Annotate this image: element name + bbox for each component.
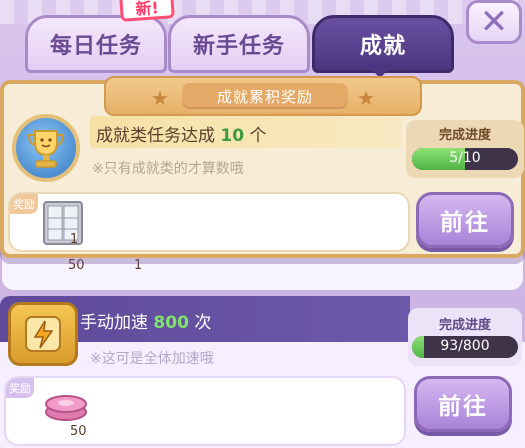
progress-text: 5/10 <box>449 150 481 166</box>
task-title-prefix: 手动加速 <box>80 313 148 333</box>
task-target-count: 800 <box>153 313 189 333</box>
task-title-suffix: 个 <box>249 126 267 146</box>
reward-box: 奖励 50 <box>4 376 406 446</box>
achievement-screen: 每日任务 新! 新手任务 成就 ✕ 50 1 ★ 成就累积奖励 ★ 成就类任务达… <box>0 0 525 448</box>
task-title-suffix: 次 <box>194 313 212 333</box>
achievement-reward-card: ★ 成就累积奖励 ★ 成就类任务达成 10 个 ※只有成就类的才算数哦 完成进度… <box>0 76 525 258</box>
close-button[interactable]: ✕ <box>466 0 522 44</box>
reward-qty: 50 <box>68 258 85 273</box>
tab-label: 成就 <box>359 34 406 59</box>
task-target-count: 10 <box>220 126 245 146</box>
task-note: ※这可是全体加速哦 <box>90 351 214 367</box>
reward-tag: 奖励 <box>6 378 34 398</box>
reward-box: 奖励 1 <box>8 192 410 252</box>
display-cabinet-icon <box>40 198 86 248</box>
task-note: ※只有成就类的才算数哦 <box>92 161 244 177</box>
tab-daily-tasks[interactable]: 每日任务 <box>25 15 167 73</box>
progress-panel: 完成进度 5/10 <box>406 120 524 178</box>
task-title: 成就类任务达成 10 个 <box>96 121 266 146</box>
speedup-icon <box>8 302 78 366</box>
task-title-prefix: 成就类任务达成 <box>96 126 215 146</box>
close-icon: ✕ <box>479 2 509 42</box>
go-button[interactable]: 前往 <box>414 376 512 432</box>
new-badge: 新! <box>119 0 175 22</box>
speedup-task-card: ※这可是全体加速哦 奖励 50 前往 手动加速 800 次 完成进度 93/80… <box>0 296 525 448</box>
reward-banner: ★ 成就累积奖励 ★ <box>104 76 422 116</box>
pink-coins-icon <box>42 388 90 422</box>
tab-label: 新手任务 <box>192 34 285 59</box>
star-icon: ★ <box>151 86 169 110</box>
reward-qty: 1 <box>134 258 143 273</box>
task-title-bar: 成就类任务达成 10 个 <box>90 116 402 148</box>
tab-newbie-tasks[interactable]: 新手任务 <box>168 15 310 73</box>
banner-title: 成就累积奖励 <box>182 83 348 109</box>
new-badge-text: 新! <box>134 0 160 19</box>
progress-text: 93/800 <box>440 338 490 354</box>
progress-bar: 5/10 <box>412 148 518 170</box>
reward-qty: 1 <box>70 232 79 247</box>
star-icon: ★ <box>357 86 375 110</box>
trophy-icon <box>12 114 80 182</box>
progress-label: 完成进度 <box>438 318 491 333</box>
go-button-label: 前往 <box>440 210 490 236</box>
task-title: 手动加速 800 次 <box>80 308 211 333</box>
reward-qty: 50 <box>70 424 87 439</box>
go-button-label: 前往 <box>438 394 488 420</box>
progress-label: 完成进度 <box>438 128 491 143</box>
reward-tag: 奖励 <box>10 194 38 214</box>
progress-bar: 93/800 <box>412 336 518 358</box>
go-button[interactable]: 前往 <box>416 192 514 248</box>
tab-label: 每日任务 <box>49 34 142 59</box>
progress-panel: 完成进度 93/800 <box>408 308 522 366</box>
